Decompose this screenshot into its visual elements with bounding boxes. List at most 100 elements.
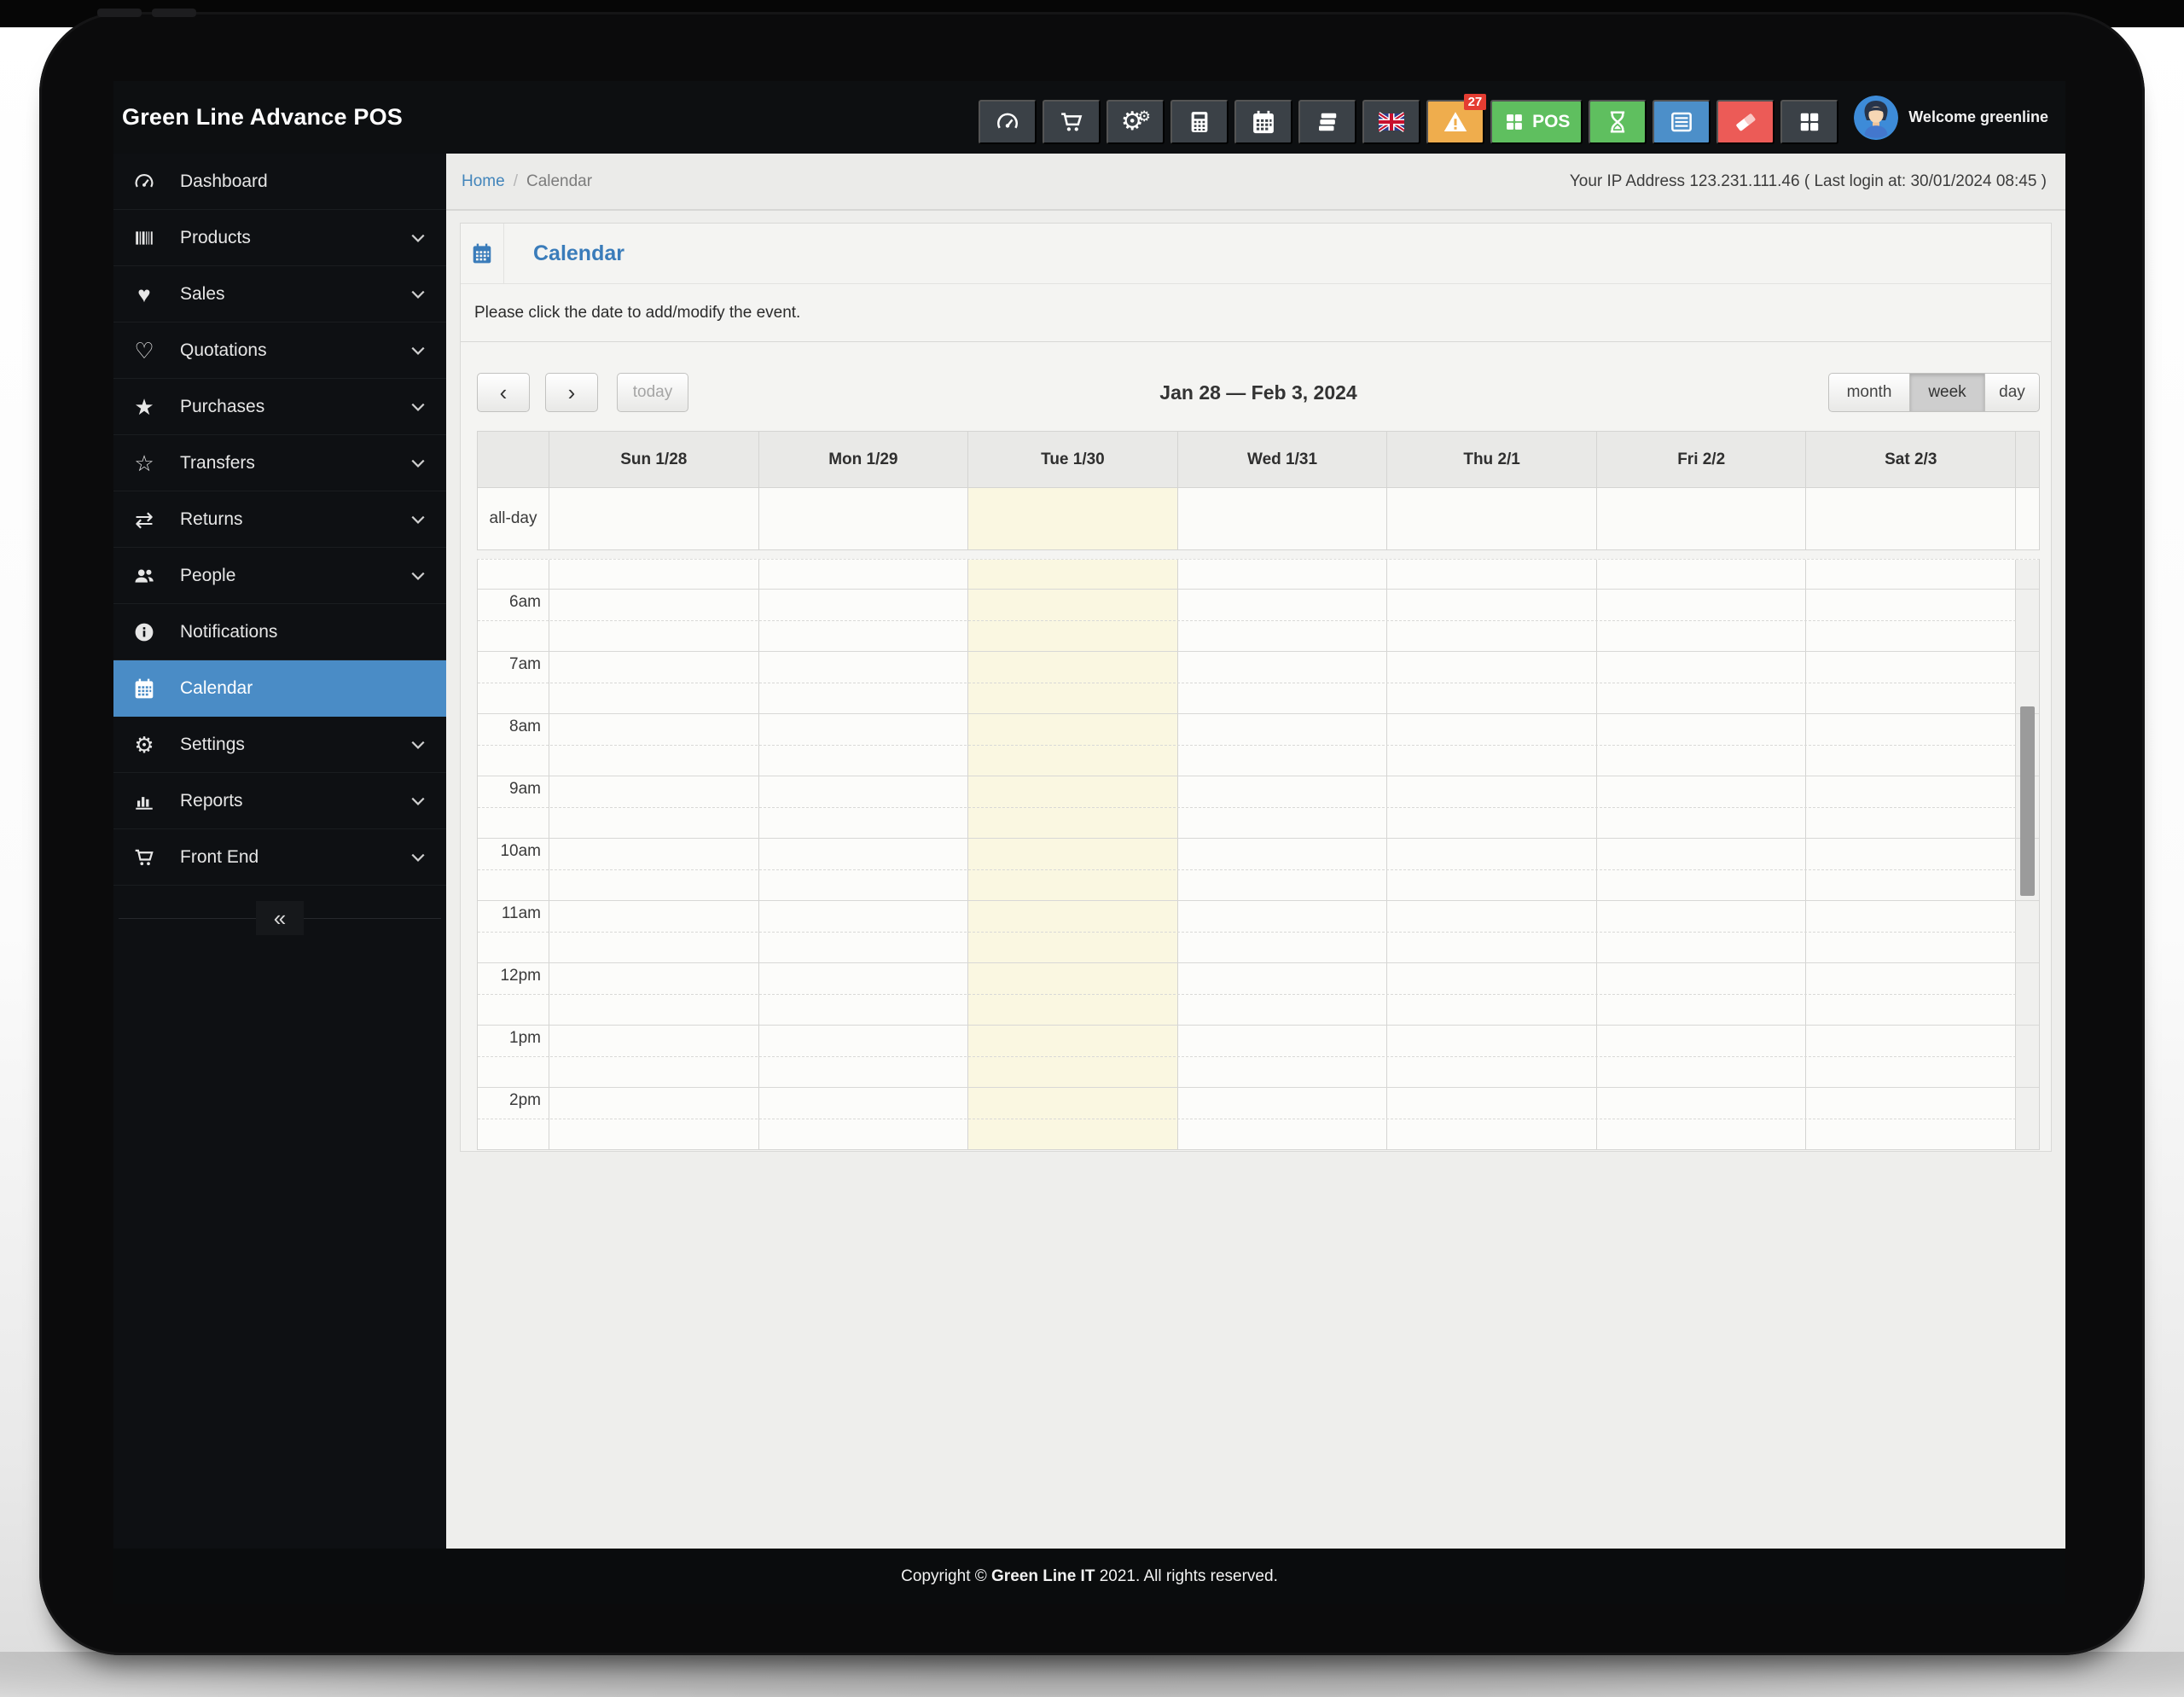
time-slot-cell[interactable]: [1595, 901, 1806, 962]
view-day-button[interactable]: day: [1985, 373, 2040, 412]
time-slot-cell[interactable]: [1805, 839, 2015, 900]
time-slot-cell[interactable]: [1386, 652, 1596, 713]
sidebar-item-sales[interactable]: ♥ Sales: [113, 266, 446, 323]
time-slot-cell[interactable]: [1595, 560, 1806, 589]
time-slot-cell[interactable]: [549, 560, 758, 589]
sidebar-item-dashboard[interactable]: Dashboard: [113, 154, 446, 210]
next-button[interactable]: ›: [545, 373, 598, 412]
view-week-button[interactable]: week: [1910, 373, 1985, 412]
time-slot-cell[interactable]: [1176, 714, 1387, 776]
time-slot-cell[interactable]: [1386, 590, 1596, 651]
time-slot-cell[interactable]: [549, 839, 758, 900]
time-slot-cell[interactable]: [1386, 1088, 1596, 1149]
time-slot-cell[interactable]: [549, 901, 758, 962]
cart-shortcut-button[interactable]: [1043, 99, 1101, 144]
time-slot-cell[interactable]: [1386, 901, 1596, 962]
sidebar-item-returns[interactable]: ⇄ Returns: [113, 491, 446, 548]
time-slot-cell[interactable]: [1386, 1026, 1596, 1087]
time-slot-cell[interactable]: [967, 963, 1177, 1025]
time-slot-cell[interactable]: [1176, 1026, 1387, 1087]
time-slot-cell[interactable]: [758, 652, 968, 713]
time-slot-cell[interactable]: [967, 652, 1177, 713]
language-shortcut-button[interactable]: [1362, 99, 1421, 144]
time-slot-cell[interactable]: [1176, 1088, 1387, 1149]
apps-shortcut-button[interactable]: [1780, 99, 1839, 144]
calendar-scrollbar[interactable]: [2020, 706, 2035, 896]
time-slot-cell[interactable]: [1805, 776, 2015, 838]
time-slot-cell[interactable]: [549, 652, 758, 713]
time-slot-cell[interactable]: [1595, 1088, 1806, 1149]
time-slot-cell[interactable]: [967, 560, 1177, 589]
time-slot-cell[interactable]: [1176, 776, 1387, 838]
time-slot-cell[interactable]: [758, 560, 968, 589]
time-slot-cell[interactable]: [758, 901, 968, 962]
sidebar-item-transfers[interactable]: ☆ Transfers: [113, 435, 446, 491]
prev-button[interactable]: ‹: [477, 373, 530, 412]
pos-shortcut-button[interactable]: POS: [1490, 99, 1583, 144]
avatar[interactable]: [1854, 95, 1899, 140]
time-slot-cell[interactable]: [1595, 652, 1806, 713]
sidebar-item-calendar[interactable]: Calendar: [113, 660, 446, 717]
time-slot-cell[interactable]: [1595, 590, 1806, 651]
time-slot-cell[interactable]: [967, 776, 1177, 838]
list-shortcut-button[interactable]: [1653, 99, 1711, 144]
dashboard-shortcut-button[interactable]: [979, 99, 1037, 144]
time-slot-cell[interactable]: [549, 590, 758, 651]
time-slot-cell[interactable]: [758, 1088, 968, 1149]
all-day-cell[interactable]: [1805, 488, 2015, 549]
time-slot-cell[interactable]: [1805, 901, 2015, 962]
time-slot-cell[interactable]: [1176, 963, 1387, 1025]
time-slot-cell[interactable]: [549, 714, 758, 776]
time-slot-cell[interactable]: [1805, 590, 2015, 651]
time-slot-cell[interactable]: [1176, 590, 1387, 651]
time-slot-cell[interactable]: [967, 839, 1177, 900]
all-day-cell[interactable]: [1176, 488, 1387, 549]
time-slot-cell[interactable]: [1176, 839, 1387, 900]
today-button[interactable]: today: [617, 373, 688, 412]
eraser-shortcut-button[interactable]: [1716, 99, 1775, 144]
time-slot-cell[interactable]: [758, 1026, 968, 1087]
time-slot-cell[interactable]: [549, 1088, 758, 1149]
user-box[interactable]: Welcome greenline: [1854, 95, 2048, 140]
time-slot-cell[interactable]: [549, 776, 758, 838]
time-slot-cell[interactable]: [758, 839, 968, 900]
time-slot-cell[interactable]: [1805, 714, 2015, 776]
sidebar-item-people[interactable]: People: [113, 548, 446, 604]
time-slot-cell[interactable]: [1595, 776, 1806, 838]
time-slot-cell[interactable]: [1176, 652, 1387, 713]
time-slot-cell[interactable]: [1805, 963, 2015, 1025]
time-slot-cell[interactable]: [1176, 901, 1387, 962]
pending-shortcut-button[interactable]: [1589, 99, 1647, 144]
time-slot-cell[interactable]: [1386, 714, 1596, 776]
time-slot-cell[interactable]: [549, 1026, 758, 1087]
view-month-button[interactable]: month: [1828, 373, 1910, 412]
time-slot-cell[interactable]: [967, 1026, 1177, 1087]
sidebar-item-quotations[interactable]: ♡ Quotations: [113, 323, 446, 379]
time-slot-cell[interactable]: [1595, 963, 1806, 1025]
time-slot-cell[interactable]: [758, 714, 968, 776]
breadcrumb-home-link[interactable]: Home: [462, 172, 505, 191]
time-slot-cell[interactable]: [1805, 1026, 2015, 1087]
sidebar-item-products[interactable]: Products: [113, 210, 446, 266]
time-slot-cell[interactable]: [1386, 560, 1596, 589]
time-slot-cell[interactable]: [967, 590, 1177, 651]
all-day-cell[interactable]: [1386, 488, 1596, 549]
time-slot-cell[interactable]: [758, 963, 968, 1025]
time-slot-cell[interactable]: [549, 963, 758, 1025]
sidebar-collapse-button[interactable]: «: [256, 901, 304, 935]
time-slot-cell[interactable]: [1595, 714, 1806, 776]
time-slot-cell[interactable]: [758, 590, 968, 651]
time-slot-cell[interactable]: [758, 776, 968, 838]
time-slot-cell[interactable]: [1386, 776, 1596, 838]
all-day-cell[interactable]: [967, 488, 1177, 549]
calculator-shortcut-button[interactable]: [1170, 99, 1229, 144]
all-day-cell[interactable]: [1595, 488, 1806, 549]
settings-shortcut-button[interactable]: ⚙⚙: [1107, 99, 1165, 144]
time-slot-cell[interactable]: [1176, 560, 1387, 589]
layers-shortcut-button[interactable]: [1298, 99, 1357, 144]
time-slot-cell[interactable]: [967, 1088, 1177, 1149]
time-slot-cell[interactable]: [1386, 963, 1596, 1025]
time-slot-cell[interactable]: [1805, 1088, 2015, 1149]
all-day-cell[interactable]: [758, 488, 968, 549]
sidebar-item-settings[interactable]: ⚙ Settings: [113, 717, 446, 773]
